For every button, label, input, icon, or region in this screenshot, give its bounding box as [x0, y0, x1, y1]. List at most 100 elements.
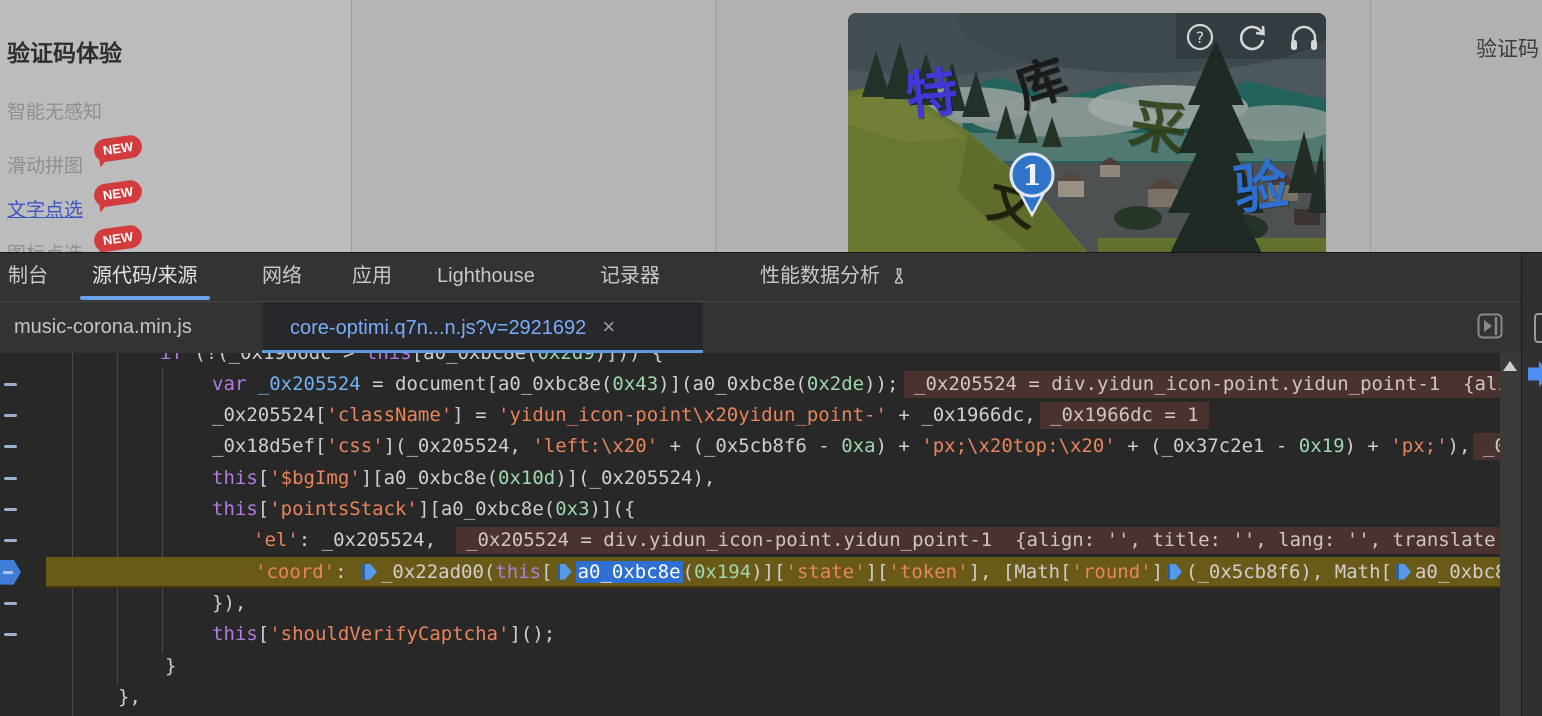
- devtools-tab-3[interactable]: 网络: [262, 253, 302, 300]
- code-token: ]();: [509, 623, 555, 645]
- code-token: [: [258, 467, 269, 489]
- code-line-text: this['shouldVerifyCaptcha']();: [212, 619, 555, 650]
- code-line-text: this['pointsStack'][a0_0xbc8e(0x3)]({: [212, 494, 635, 525]
- execution-pointer-icon[interactable]: [0, 560, 21, 585]
- content-panel: [352, 0, 716, 252]
- new-badge: NEW: [93, 179, 144, 208]
- headphones-icon[interactable]: [1288, 20, 1320, 59]
- code-token: (!(_0x1966dc >: [183, 353, 366, 364]
- code-token: ][: [866, 561, 889, 583]
- devtools-tab-7[interactable]: 性能数据分析: [760, 253, 908, 300]
- code-line-text: }: [165, 651, 176, 682]
- code-token: 'pointsStack': [269, 498, 418, 520]
- file-tab-2[interactable]: core-optimi.q7n...n.js?v=2921692×: [262, 302, 703, 352]
- new-badge: NEW: [93, 134, 144, 163]
- code-token: ) +: [1345, 435, 1391, 457]
- code-line-text: this['$bgImg'][a0_0xbc8e(0x10d)](_0x2055…: [212, 463, 715, 494]
- code-token: 'shouldVerifyCaptcha': [269, 623, 509, 645]
- captcha-image[interactable]: 特 库 采 验 文 ? 1: [848, 13, 1326, 252]
- devtools-tab-2[interactable]: 源代码/来源: [92, 253, 198, 300]
- code-token: 0x10d: [498, 467, 555, 489]
- code-token: 0x3: [555, 498, 589, 520]
- code-token: 0xa: [841, 435, 875, 457]
- code-token: ),: [1448, 435, 1471, 457]
- code-token: (: [683, 561, 694, 583]
- code-token: + _0x1966dc,: [887, 404, 1036, 426]
- code-token: a0_0xbc8e: [576, 561, 683, 583]
- editor-file-tab-bar: music-corona.min.js core-optimi.q7n...n.j…: [0, 302, 1542, 354]
- code-token: ], [Math[: [969, 561, 1072, 583]
- captcha-char-1[interactable]: 特: [903, 66, 960, 123]
- code-token: 'left:\x20': [532, 435, 658, 457]
- panel-divider: [1370, 0, 1371, 252]
- breakpoint-gutter-dash[interactable]: [4, 445, 17, 448]
- step-into-marker-icon[interactable]: [557, 564, 572, 580]
- code-token: (_0x5cb8f6), Math[: [1186, 561, 1392, 583]
- code-token: 'className': [326, 404, 452, 426]
- code-line: this['shouldVerifyCaptcha']();: [0, 619, 1500, 650]
- code-token: = document[a0_0xbc8e(: [361, 373, 613, 395]
- sidebar-item-1[interactable]: 智能无感知: [7, 97, 102, 124]
- file-tab-1[interactable]: music-corona.min.js: [0, 302, 250, 352]
- vertical-scrollbar[interactable]: [1500, 353, 1521, 716]
- breakpoint-gutter-dash[interactable]: [4, 633, 17, 636]
- step-into-marker-icon[interactable]: [1167, 564, 1182, 580]
- code-line: 'el': _0x205524,_0x205524 = div.yidun_ic…: [0, 525, 1500, 556]
- devtools-tab-4[interactable]: 应用: [352, 253, 392, 300]
- breakpoint-gutter-dash[interactable]: [4, 539, 17, 542]
- breakpoint-gutter-dash[interactable]: [4, 508, 17, 511]
- code-line: 'coord': _0x22ad00(this[a0_0xbc8e(0x194)…: [0, 557, 1500, 588]
- close-tab-icon[interactable]: ×: [602, 302, 615, 352]
- sidebar-item-3[interactable]: 文字点选: [7, 195, 83, 222]
- code-line-text: if (!(_0x1966dc > this[a0_0xbc8e(0x2d9)]…: [160, 353, 663, 369]
- captcha-char-3[interactable]: 采: [1126, 97, 1191, 162]
- code-line-text: 'el': _0x205524,: [253, 525, 436, 556]
- devtools-tab-bar: 制台源代码/来源 网络 应用 Lighthouse 记录器 性能数据分析: [0, 253, 1542, 302]
- marker-number: 1: [1022, 159, 1041, 192]
- code-token: 0x19: [1299, 435, 1345, 457]
- refresh-icon[interactable]: [1236, 20, 1268, 59]
- devtools-tab-5[interactable]: Lighthouse: [437, 253, 535, 300]
- code-token: ) +: [876, 435, 922, 457]
- inline-eval-value: _0x: [1473, 433, 1500, 460]
- code-token: ]: [1152, 561, 1163, 583]
- code-token: this: [212, 467, 258, 489]
- inline-eval-value: _0x1966dc = 1: [1040, 402, 1209, 429]
- code-token: }),: [212, 592, 246, 614]
- code-line-text: _0x18d5ef['css'](_0x205524, 'left:\x20' …: [212, 431, 1470, 462]
- breakpoint-gutter-dash[interactable]: [4, 602, 17, 605]
- devtools-tab-6[interactable]: 记录器: [600, 253, 660, 300]
- paused-indicator-icon: [1528, 361, 1542, 387]
- code-token: [: [541, 561, 552, 583]
- code-token: this: [212, 498, 258, 520]
- code-token: 0x43: [612, 373, 658, 395]
- file-tab-label: music-corona.min.js: [14, 316, 192, 338]
- help-icon[interactable]: ?: [1184, 20, 1216, 59]
- scroll-up-arrow-icon[interactable]: [1503, 361, 1517, 371]
- code-line: if (!(_0x1966dc > this[a0_0xbc8e(0x2d9)]…: [0, 353, 1500, 369]
- captcha-char-4[interactable]: 验: [1231, 158, 1292, 219]
- code-token: :: [335, 561, 358, 583]
- code-editor[interactable]: if (!(_0x1966dc > this[a0_0xbc8e(0x2d9)]…: [0, 353, 1500, 716]
- code-token: this: [495, 561, 541, 583]
- breakpoint-gutter-dash[interactable]: [4, 414, 17, 417]
- toggle-debugger-sidebar-icon[interactable]: [1477, 313, 1503, 344]
- code-line-text: 'coord': _0x22ad00(this[a0_0xbc8e(0x194)…: [255, 557, 1500, 588]
- devtools-tab-1[interactable]: 制台: [8, 253, 48, 300]
- step-into-marker-icon[interactable]: [1396, 564, 1411, 580]
- code-token: a0_0xbc8e(: [1415, 561, 1500, 583]
- code-token: 'coord': [255, 561, 335, 583]
- code-token: _0x205524[: [212, 404, 326, 426]
- code-token: },: [118, 686, 141, 708]
- code-token: 'round': [1072, 561, 1152, 583]
- devtools-panel: 制台源代码/来源 网络 应用 Lighthouse 记录器 性能数据分析 music-co…: [0, 252, 1542, 716]
- sidebar-item-2[interactable]: 滑动拼图: [7, 151, 83, 178]
- code-token: ][a0_0xbc8e(: [418, 498, 555, 520]
- captcha-sidebar: 验证码体验 智能无感知滑动拼图NEW文字点选NEW图标点选NEW: [0, 0, 352, 252]
- code-token: )][: [751, 561, 785, 583]
- breakpoint-gutter-dash[interactable]: [4, 477, 17, 480]
- step-into-marker-icon[interactable]: [362, 564, 377, 580]
- code-token: )]({: [590, 498, 636, 520]
- breakpoint-gutter-dash[interactable]: [4, 383, 17, 386]
- captcha-marker-pin[interactable]: 1: [1002, 147, 1062, 224]
